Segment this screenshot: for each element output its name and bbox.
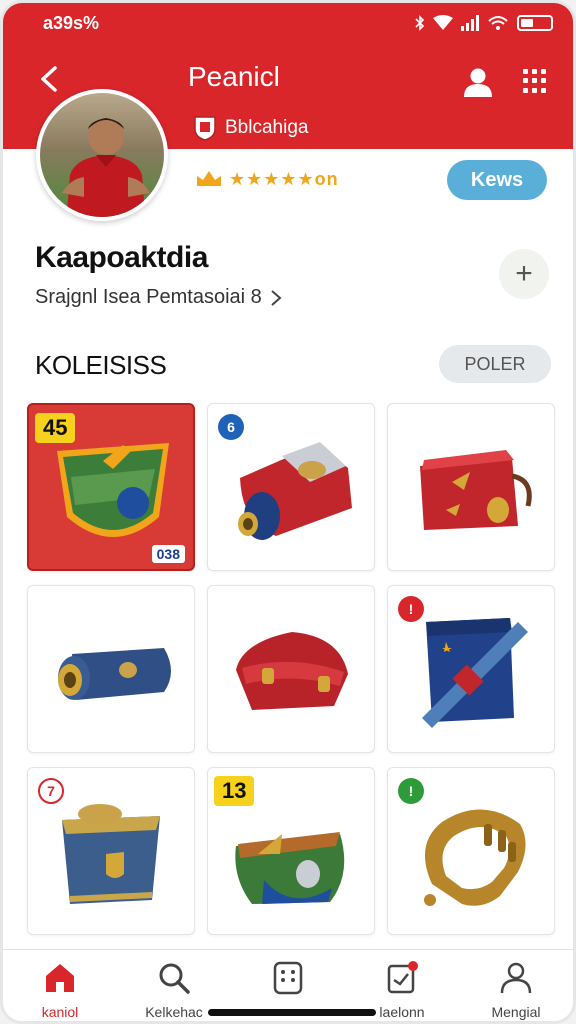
user-icon[interactable] xyxy=(461,65,495,99)
collection-item[interactable]: ! xyxy=(387,767,555,935)
rating-stars: ★★★★★on xyxy=(229,168,339,189)
club-info: Bblcahiga xyxy=(193,115,308,141)
nav-profile[interactable]: Mengial xyxy=(466,960,566,1020)
player-avatar xyxy=(36,89,168,221)
collection-item[interactable]: 13 xyxy=(207,767,375,935)
filter-button[interactable]: POLER xyxy=(439,345,551,383)
profile-subtitle-link[interactable]: Srajgnl Isea Pemtasoiai 8 xyxy=(35,286,282,309)
club-name: Bblcahiga xyxy=(225,117,309,138)
red-bag-icon xyxy=(236,632,348,710)
collection-item[interactable]: ! xyxy=(387,585,555,753)
price-tag: 45 xyxy=(35,413,76,443)
profile-subtitle: Srajgnl Isea Pemtasoiai 8 xyxy=(35,286,262,308)
plus-icon: + xyxy=(515,257,533,290)
page-title: Peanicl xyxy=(188,61,280,92)
red-pouch-icon xyxy=(238,442,352,540)
battery-icon xyxy=(517,15,553,31)
item-badge: 7 xyxy=(38,778,64,804)
home-indicator[interactable] xyxy=(208,1009,376,1016)
red-satchel-icon xyxy=(420,450,532,530)
news-button[interactable]: Kews xyxy=(447,160,547,200)
home-icon xyxy=(46,964,74,992)
signal-icon xyxy=(461,15,479,31)
player-photo xyxy=(62,118,150,217)
blue-roll-icon xyxy=(58,648,171,700)
collection-item[interactable]: 45 038 xyxy=(27,403,195,571)
nav-collection[interactable] xyxy=(238,960,338,1004)
item-count: 038 xyxy=(151,545,185,563)
back-arrow-icon[interactable] xyxy=(37,65,61,93)
collection-item[interactable]: 7 xyxy=(27,767,195,935)
collection-icon xyxy=(273,961,303,995)
chevron-right-icon xyxy=(271,289,282,306)
collection-item[interactable] xyxy=(27,585,195,753)
item-badge: ! xyxy=(398,596,424,622)
collection-item[interactable] xyxy=(387,403,555,571)
crown-icon xyxy=(197,171,221,186)
item-badge: ! xyxy=(398,778,424,804)
player-name: Kaapoaktdia xyxy=(35,241,208,274)
price-tag: 13 xyxy=(214,776,255,806)
more-grid-icon[interactable] xyxy=(523,69,547,93)
blue-jersey-icon xyxy=(422,618,528,728)
wifi-arcs-icon xyxy=(488,16,508,30)
search-icon xyxy=(159,963,190,994)
app-screen: a39s% Peanicl Bblcahiga ★★★★★on Kews Kaa… xyxy=(0,0,576,1024)
blue-box-icon xyxy=(62,804,160,904)
bluetooth-icon xyxy=(415,15,425,31)
profile-icon xyxy=(500,962,532,994)
nav-label: kaniol xyxy=(41,1004,79,1020)
collection-title: KOLEISISS xyxy=(35,350,167,380)
item-badge: 6 xyxy=(218,414,244,440)
status-bar: a39s% xyxy=(43,11,553,35)
gold-bracelet-icon xyxy=(424,809,526,906)
collection-grid: 45 038 6 ! 7 13 ! xyxy=(27,403,559,935)
wifi-icon xyxy=(433,15,453,30)
add-button[interactable]: + xyxy=(499,249,549,299)
notification-icon xyxy=(387,961,418,994)
collection-item[interactable]: 6 xyxy=(207,403,375,571)
status-time: a39s% xyxy=(43,12,100,33)
nav-label: laelonn xyxy=(379,1004,425,1020)
nav-label: Kelkehac xyxy=(145,1004,203,1020)
nav-label: Mengial xyxy=(491,1004,541,1020)
club-crest-icon xyxy=(194,116,216,141)
nav-home[interactable]: kaniol xyxy=(10,960,110,1020)
collection-item[interactable] xyxy=(207,585,375,753)
rating: ★★★★★on xyxy=(195,168,339,190)
